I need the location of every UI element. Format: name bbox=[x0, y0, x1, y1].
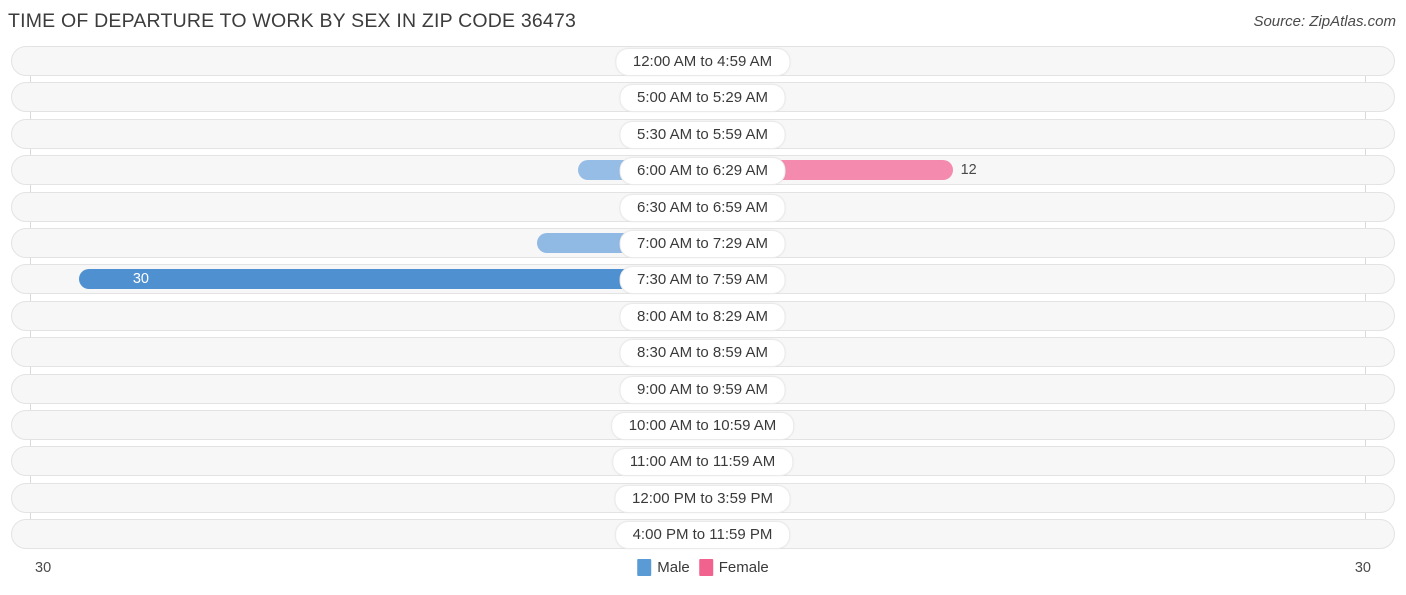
axis-max-left: 30 bbox=[35, 560, 52, 576]
category-label[interactable]: 11:00 AM to 11:59 AM bbox=[611, 448, 794, 477]
category-label[interactable]: 5:00 AM to 5:29 AM bbox=[619, 84, 786, 113]
chart-footer: 30 Male Female 30 bbox=[0, 550, 1406, 595]
chart-row[interactable]: 005:00 AM to 5:29 AM bbox=[0, 82, 1406, 113]
chart-row[interactable]: 004:00 PM to 11:59 PM bbox=[0, 519, 1406, 550]
source-attribution: Source: ZipAtlas.com bbox=[1253, 13, 1396, 30]
chart-row[interactable]: 0012:00 PM to 3:59 PM bbox=[0, 482, 1406, 513]
category-label[interactable]: 8:30 AM to 8:59 AM bbox=[619, 339, 786, 368]
legend-item-female[interactable]: Female bbox=[698, 559, 769, 576]
chart-header: TIME OF DEPARTURE TO WORK BY SEX IN ZIP … bbox=[0, 0, 1406, 46]
category-label[interactable]: 12:00 PM to 3:59 PM bbox=[614, 484, 791, 513]
chart-plot-area: 0012:00 AM to 4:59 AM 005:00 AM to 5:29 A… bbox=[0, 46, 1406, 550]
chart-row[interactable]: 6126:00 AM to 6:29 AM bbox=[0, 155, 1406, 186]
chart-row[interactable]: 009:00 AM to 9:59 AM bbox=[0, 373, 1406, 404]
chart-row[interactable]: 0010:00 AM to 10:59 AM bbox=[0, 409, 1406, 440]
chart-row[interactable]: 0011:00 AM to 11:59 AM bbox=[0, 446, 1406, 477]
value-label-male: 30 bbox=[132, 271, 149, 288]
category-label[interactable]: 7:30 AM to 7:59 AM bbox=[619, 266, 786, 295]
category-label[interactable]: 8:00 AM to 8:29 AM bbox=[619, 302, 786, 331]
legend-item-male[interactable]: Male bbox=[637, 559, 690, 576]
category-label[interactable]: 7:00 AM to 7:29 AM bbox=[619, 229, 786, 258]
chart-row[interactable]: 008:00 AM to 8:29 AM bbox=[0, 300, 1406, 331]
legend-swatch-male-icon bbox=[637, 559, 652, 576]
category-label[interactable]: 6:00 AM to 6:29 AM bbox=[619, 157, 786, 186]
category-label[interactable]: 6:30 AM to 6:59 AM bbox=[619, 193, 786, 222]
chart-row[interactable]: 008:30 AM to 8:59 AM bbox=[0, 337, 1406, 368]
bar-male[interactable] bbox=[79, 269, 703, 290]
chart-row[interactable]: 807:00 AM to 7:29 AM bbox=[0, 227, 1406, 258]
value-label-female: 12 bbox=[960, 162, 977, 179]
chart-row[interactable]: 005:30 AM to 5:59 AM bbox=[0, 118, 1406, 149]
category-label[interactable]: 9:00 AM to 9:59 AM bbox=[619, 375, 786, 404]
chart-row[interactable]: 0012:00 AM to 4:59 AM bbox=[0, 46, 1406, 76]
chart-row[interactable]: 006:30 AM to 6:59 AM bbox=[0, 191, 1406, 222]
chart-legend: Male Female bbox=[637, 559, 769, 576]
category-label[interactable]: 12:00 AM to 4:59 AM bbox=[614, 48, 791, 76]
axis-max-right: 30 bbox=[1354, 560, 1371, 576]
legend-swatch-female-icon bbox=[698, 559, 713, 576]
chart-row[interactable]: 3007:30 AM to 7:59 AM bbox=[0, 264, 1406, 295]
chart-root: TIME OF DEPARTURE TO WORK BY SEX IN ZIP … bbox=[0, 0, 1406, 595]
legend-label-male: Male bbox=[657, 559, 690, 576]
category-label[interactable]: 5:30 AM to 5:59 AM bbox=[619, 120, 786, 149]
legend-label-female: Female bbox=[718, 559, 769, 576]
page-title: TIME OF DEPARTURE TO WORK BY SEX IN ZIP … bbox=[8, 10, 577, 32]
category-label[interactable]: 10:00 AM to 10:59 AM bbox=[610, 411, 795, 440]
category-label[interactable]: 4:00 PM to 11:59 PM bbox=[614, 521, 791, 550]
